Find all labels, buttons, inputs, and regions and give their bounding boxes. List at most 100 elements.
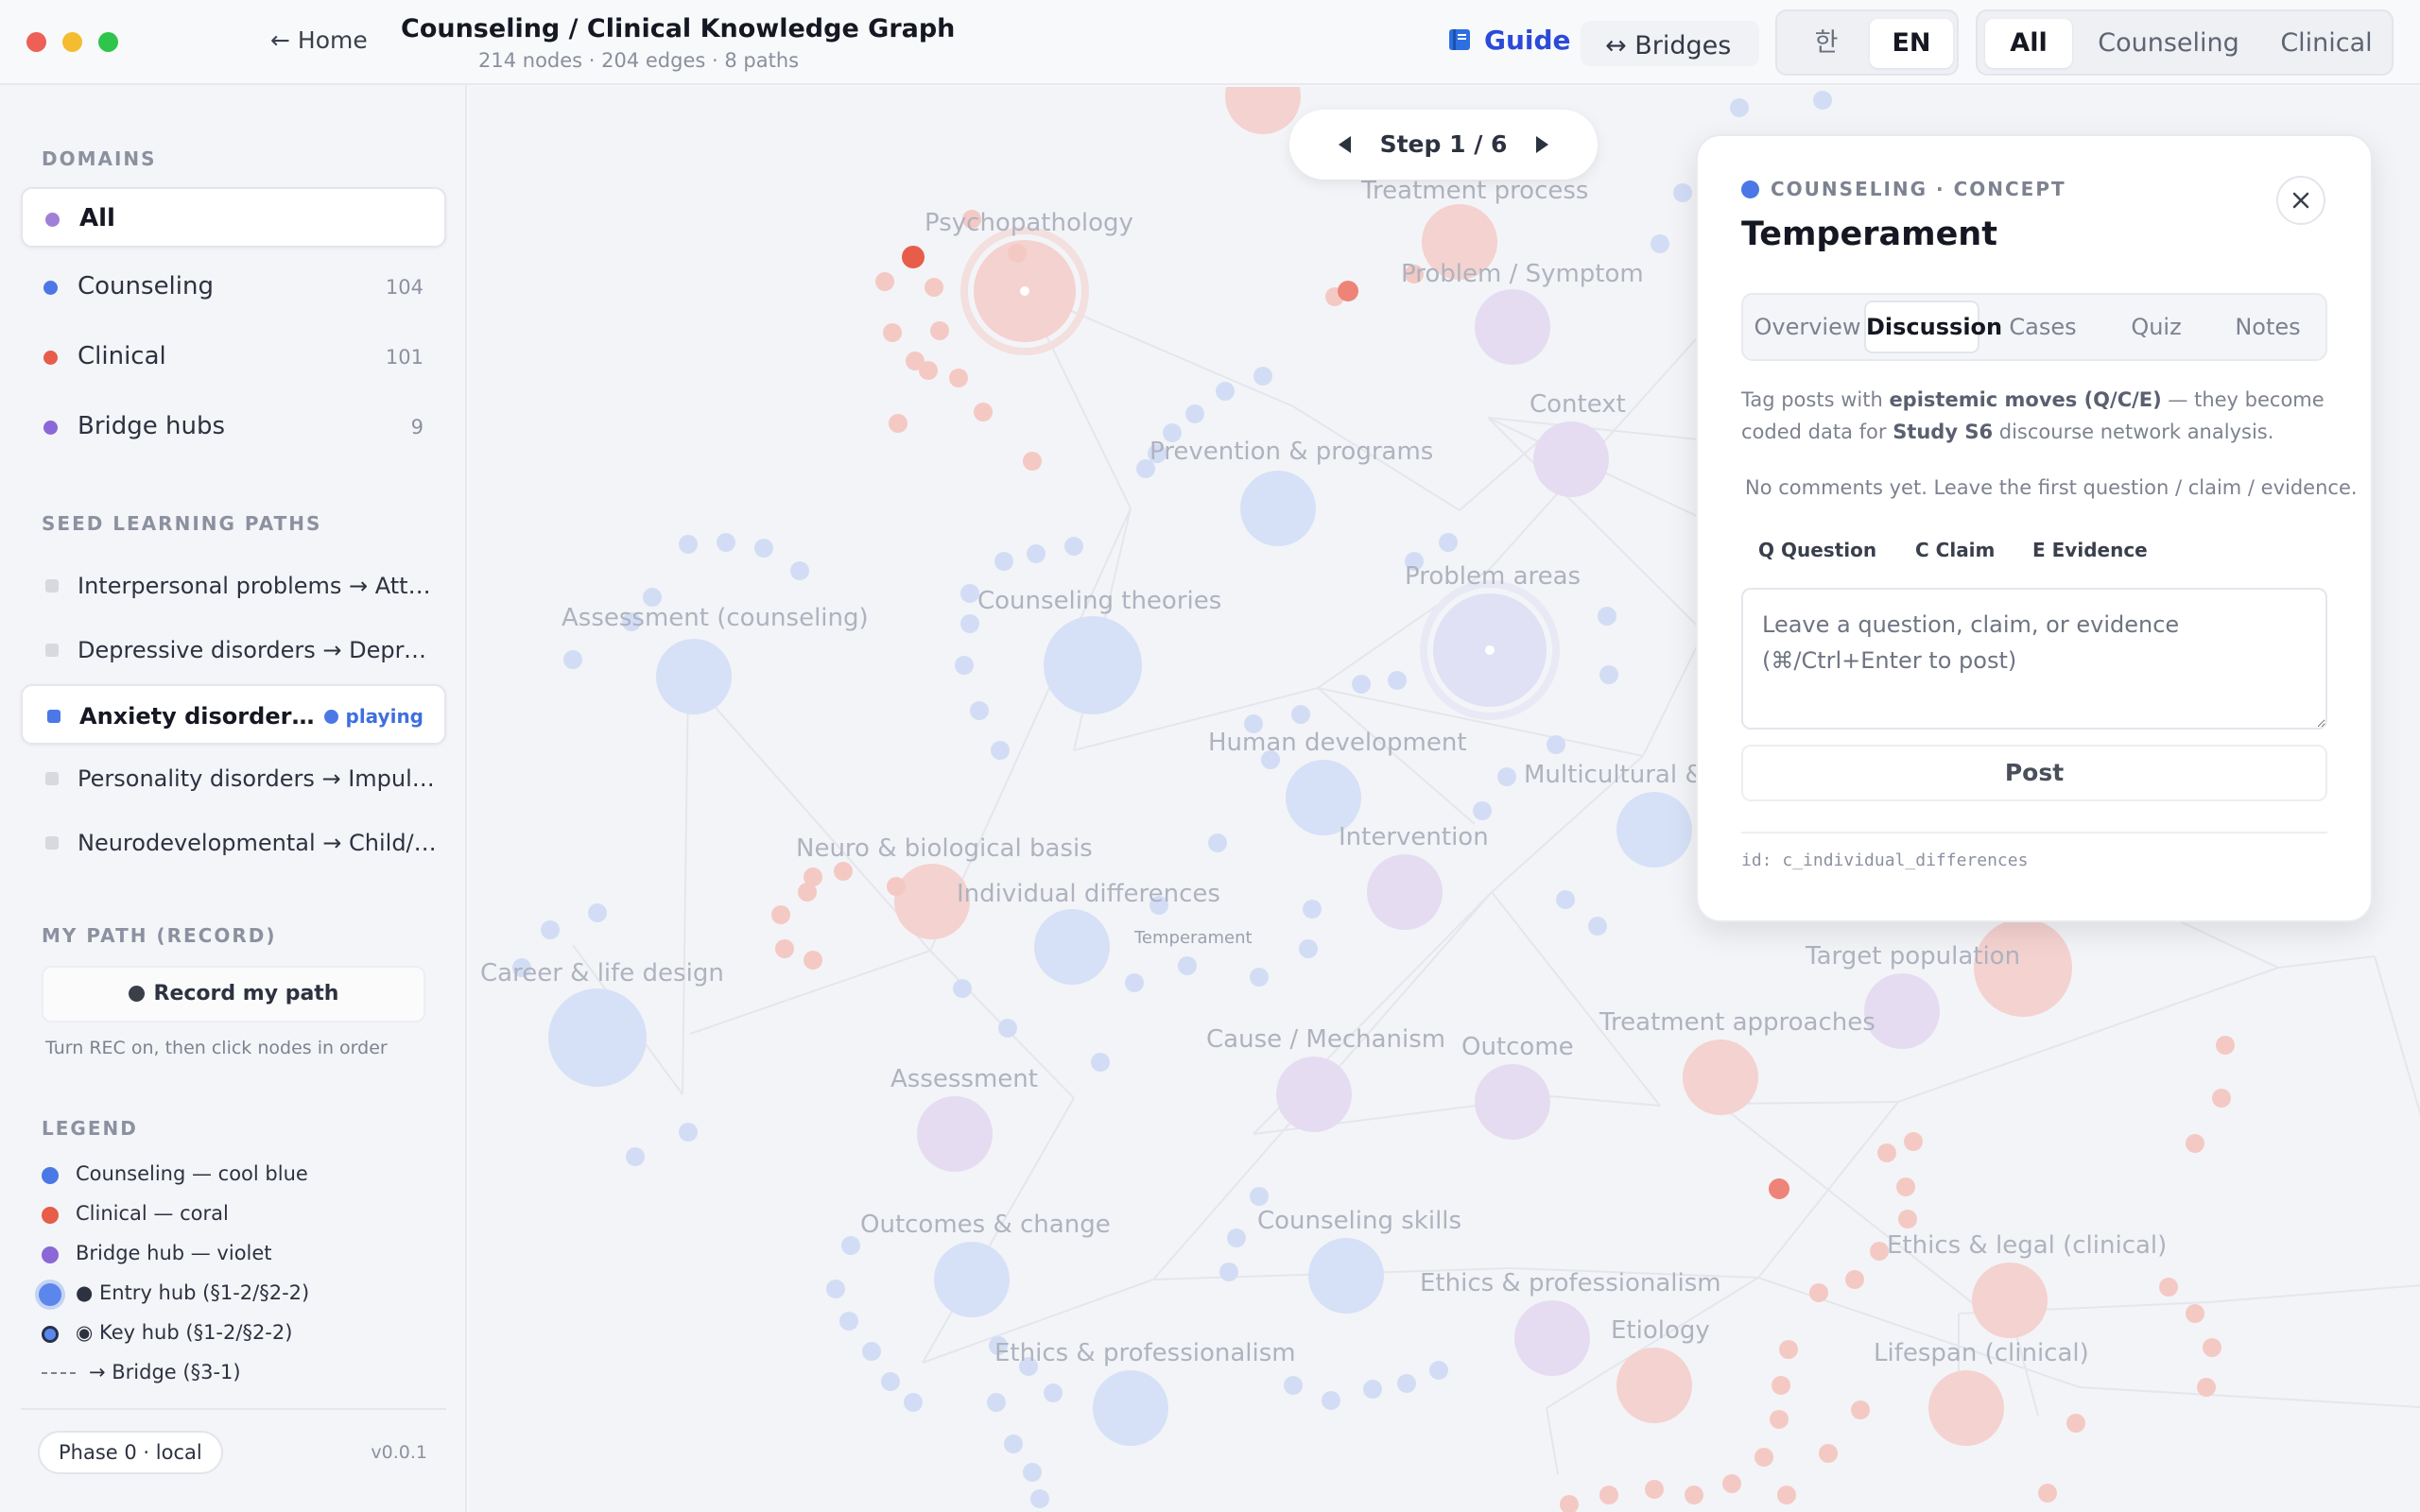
move-chip-claim[interactable]: C Claim bbox=[1915, 531, 1995, 569]
hub-node-outcomes-change[interactable] bbox=[934, 1242, 1010, 1317]
tab-quiz[interactable]: Quiz bbox=[2104, 301, 2208, 353]
domain-item-bridge-hubs[interactable]: Bridge hubs 9 bbox=[21, 397, 446, 457]
version-label: v0.0.1 bbox=[371, 1442, 427, 1463]
legend-swatch bbox=[42, 1167, 59, 1184]
move-chip-evidence[interactable]: E Evidence bbox=[2032, 531, 2148, 569]
graph-label: Context bbox=[1530, 390, 1626, 419]
tab-cases[interactable]: Cases bbox=[1985, 301, 2100, 353]
language-switch: 한 EN bbox=[1775, 9, 1959, 76]
tab-notes[interactable]: Notes bbox=[2212, 301, 2324, 353]
hub-node-cause[interactable] bbox=[1276, 1057, 1352, 1132]
hub-node-counseling-theories[interactable] bbox=[1044, 616, 1142, 714]
domain-item-clinical[interactable]: Clinical 101 bbox=[21, 327, 446, 387]
active-clinical-node[interactable] bbox=[1769, 1178, 1789, 1199]
scope-counseling[interactable]: Counseling bbox=[2083, 19, 2254, 68]
legend-text: Counseling — cool blue bbox=[76, 1162, 308, 1185]
hub-node-ethics-professionalism-2[interactable] bbox=[1093, 1370, 1168, 1446]
record-path-button[interactable]: Record my path bbox=[42, 966, 425, 1022]
path-label: Neurodevelopmental → Child/adolescent bbox=[78, 830, 437, 856]
lang-option-en[interactable]: EN bbox=[1870, 19, 1953, 68]
hub-node-intervention[interactable] bbox=[1367, 854, 1443, 930]
graph-stats: 214 nodes · 204 edges · 8 paths bbox=[478, 49, 800, 72]
domain-item-all[interactable]: All bbox=[21, 187, 446, 248]
bridge-edge-swatch bbox=[42, 1372, 76, 1374]
hub-node-multicultural[interactable] bbox=[1616, 792, 1692, 868]
hub-node-prevention[interactable] bbox=[1240, 471, 1316, 546]
close-icon bbox=[2292, 192, 2309, 209]
hub-node-counseling-skills[interactable] bbox=[1308, 1238, 1384, 1314]
node-detail-panel: COUNSELING · CONCEPT Temperament Overvie… bbox=[1696, 134, 2373, 922]
path-item[interactable]: Depressive disorders → Depression bbox=[21, 620, 446, 680]
path-marker bbox=[47, 710, 60, 723]
hub-node-etiology[interactable] bbox=[1616, 1348, 1692, 1423]
hub-node-target-population[interactable] bbox=[1864, 973, 1940, 1049]
hub-node-assessment[interactable] bbox=[917, 1096, 993, 1172]
tab-overview[interactable]: Overview bbox=[1751, 301, 1864, 353]
graph-label: Treatment process bbox=[1360, 177, 1588, 205]
move-chip-question[interactable]: Q Question bbox=[1758, 531, 1876, 569]
graph-label: Human development bbox=[1208, 729, 1467, 757]
hub-node-treatment-approaches[interactable] bbox=[1683, 1040, 1758, 1115]
scope-clinical[interactable]: Clinical bbox=[2265, 19, 2388, 68]
sidebar-divider bbox=[21, 1408, 446, 1410]
graph-label: Target population bbox=[1805, 942, 2020, 971]
path-item[interactable]: Neurodevelopmental → Child/adolescent bbox=[21, 813, 446, 873]
graph-label: Problem areas bbox=[1405, 562, 1581, 591]
comment-input[interactable] bbox=[1741, 588, 2327, 730]
home-link[interactable]: ← Home bbox=[270, 26, 368, 54]
key-hub-swatch bbox=[42, 1326, 59, 1343]
path-item[interactable]: Interpersonal problems → Attachment bbox=[21, 556, 446, 616]
hub-node-assessment-counseling[interactable] bbox=[656, 639, 732, 714]
active-clinical-node[interactable] bbox=[1338, 281, 1358, 301]
domain-count: 9 bbox=[410, 416, 424, 438]
graph-label-temperament: Temperament bbox=[1133, 928, 1253, 948]
window-zoom-button[interactable] bbox=[98, 32, 118, 52]
domain-item-counseling[interactable]: Counseling 104 bbox=[21, 257, 446, 318]
legend-swatch bbox=[42, 1246, 59, 1263]
bridges-button[interactable]: ↔ Bridges bbox=[1581, 21, 1760, 66]
domain-count: 101 bbox=[385, 346, 424, 369]
path-marker bbox=[45, 772, 59, 785]
legend-text: ● Entry hub (§1-2/§2-2) bbox=[76, 1281, 310, 1304]
top-bar: ← Home Counseling / Clinical Knowledge G… bbox=[0, 0, 2420, 85]
graph-label: Intervention bbox=[1339, 823, 1489, 851]
hub-node-ethics-professionalism[interactable] bbox=[1514, 1300, 1590, 1376]
lang-option-ko[interactable]: 한 bbox=[1785, 19, 1868, 68]
path-item[interactable]: Personality disorders → Impulsivity bbox=[21, 748, 446, 809]
close-panel-button[interactable] bbox=[2276, 176, 2325, 225]
hub-node-outcome[interactable] bbox=[1475, 1064, 1550, 1140]
empty-state: No comments yet. Leave the first questio… bbox=[1745, 476, 2358, 499]
scope-all[interactable]: All bbox=[1985, 19, 2072, 68]
legend-text: → Bridge (§3-1) bbox=[89, 1361, 241, 1383]
hub-node[interactable] bbox=[1225, 87, 1301, 134]
step-prev-button[interactable] bbox=[1331, 130, 1359, 159]
domain-count: 104 bbox=[385, 276, 424, 299]
hub-node-center bbox=[1485, 645, 1495, 655]
graph-label: Assessment (counseling) bbox=[562, 604, 869, 632]
paths-heading: SEED LEARNING PATHS bbox=[42, 512, 322, 535]
hub-node-lifespan[interactable] bbox=[1928, 1370, 2004, 1446]
hub-node-context[interactable] bbox=[1533, 421, 1609, 497]
graph-label: Individual differences bbox=[957, 880, 1220, 908]
hub-node-problem-symptom[interactable] bbox=[1475, 289, 1550, 365]
step-next-button[interactable] bbox=[1528, 130, 1556, 159]
graph-label: Outcomes & change bbox=[860, 1211, 1111, 1239]
domain-dot bbox=[1741, 180, 1759, 198]
guide-button[interactable]: Guide bbox=[1446, 25, 1571, 56]
hub-node-individual-differences[interactable] bbox=[1034, 909, 1110, 985]
post-button[interactable]: Post bbox=[1741, 745, 2327, 801]
hub-node-ethics-legal[interactable] bbox=[1972, 1263, 2048, 1338]
domain-dot bbox=[43, 281, 58, 295]
window-minimize-button[interactable] bbox=[62, 32, 82, 52]
playing-label: playing bbox=[345, 705, 424, 728]
graph-label: Problem / Symptom bbox=[1401, 260, 1644, 288]
path-marker bbox=[45, 644, 59, 657]
active-clinical-node[interactable] bbox=[902, 246, 925, 268]
guide-label: Guide bbox=[1484, 25, 1571, 56]
tab-discussion[interactable]: Discussion bbox=[1864, 301, 2002, 353]
path-label: Depressive disorders → Depression bbox=[78, 637, 437, 663]
record-heading: MY PATH (RECORD) bbox=[42, 924, 277, 947]
hub-node-career[interactable] bbox=[548, 988, 647, 1087]
window-close-button[interactable] bbox=[26, 32, 46, 52]
path-item-active[interactable]: Anxiety disorders → Anxiety playing bbox=[21, 684, 446, 745]
